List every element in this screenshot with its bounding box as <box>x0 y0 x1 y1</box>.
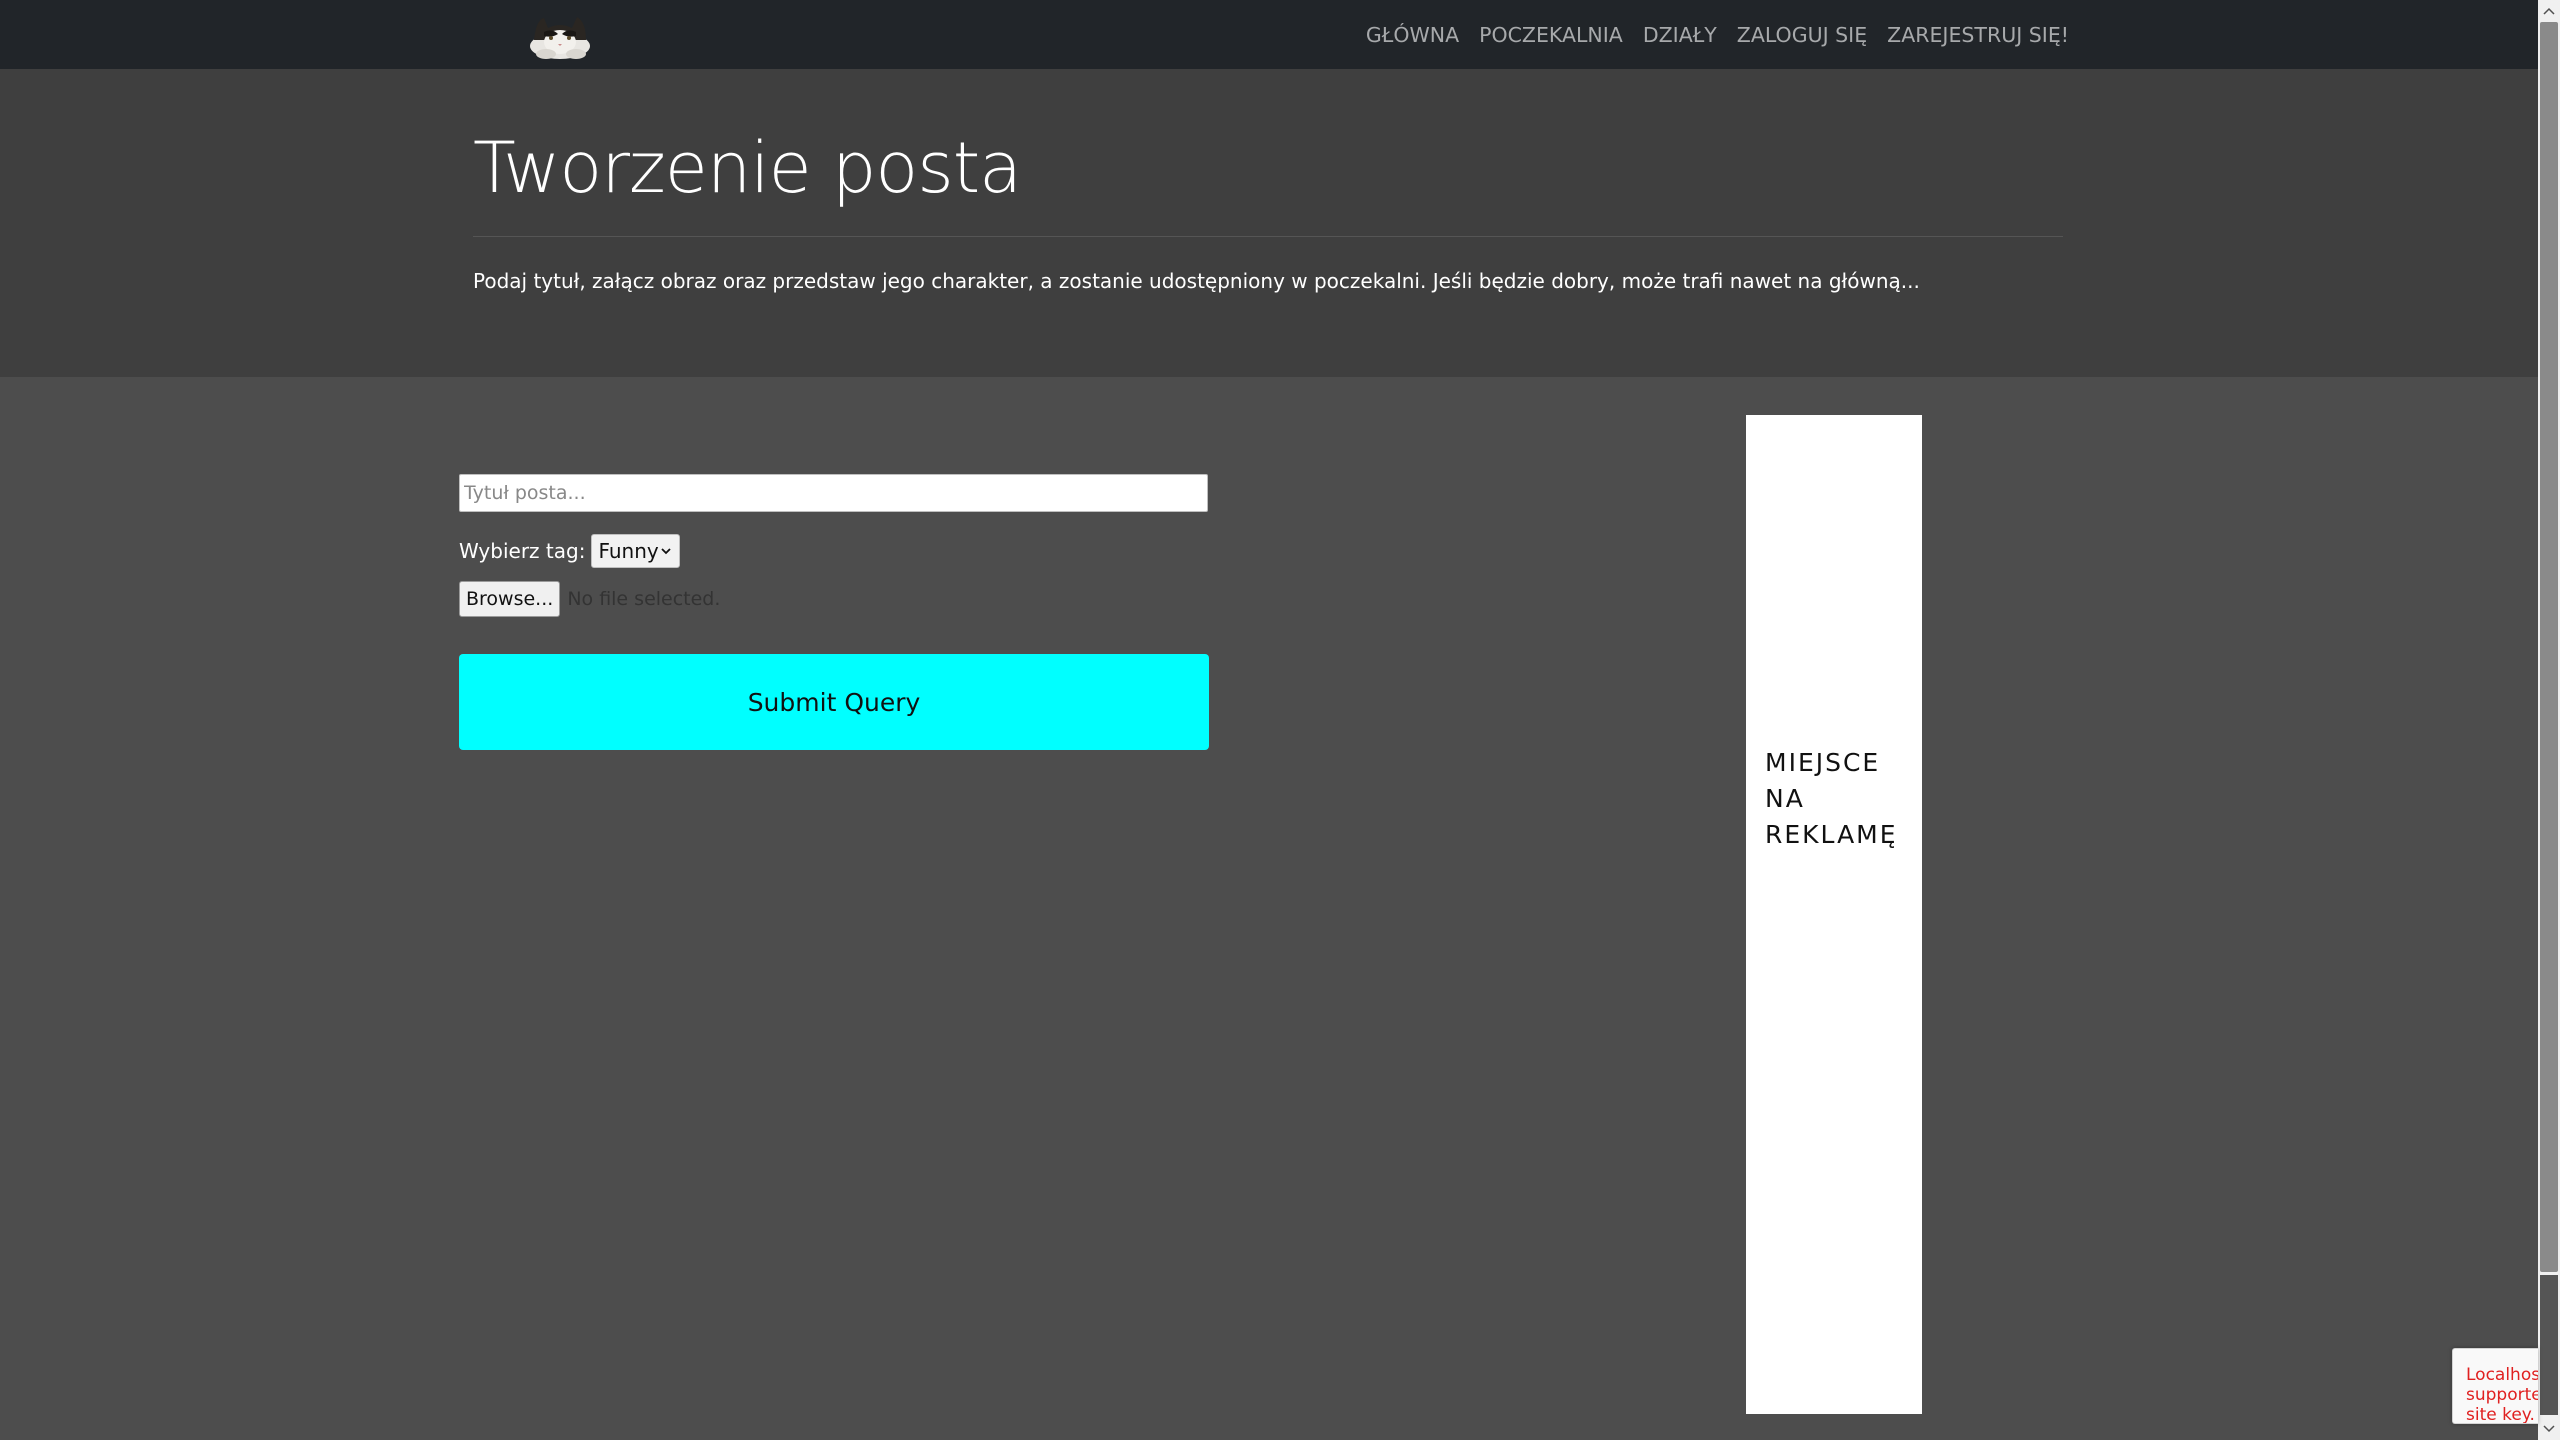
post-title-input[interactable] <box>459 474 1208 512</box>
tag-select[interactable]: Funny <box>591 534 681 568</box>
ad-text: MIEJSCE NA REKLAMĘ <box>1765 745 1915 853</box>
cat-logo-icon[interactable] <box>522 10 598 60</box>
triangle-down-icon[interactable] <box>2538 1418 2560 1440</box>
submit-button[interactable]: Submit Query <box>459 654 1209 750</box>
recaptcha-badge[interactable]: Localhost supported site key. <box>2452 1348 2538 1424</box>
header-divider <box>473 236 2063 237</box>
recaptcha-error-text: Localhost supported site key. <box>2466 1365 2538 1424</box>
tag-row: Wybierz tag: Funny <box>459 534 681 568</box>
ad-line: MIEJSCE <box>1765 748 1881 777</box>
nav-item-register[interactable]: ZAREJESTRUJ SIĘ! <box>1887 23 2069 47</box>
page-description: Podaj tytuł, załącz obraz oraz przedstaw… <box>473 269 1920 293</box>
file-status: No file selected. <box>567 588 721 610</box>
page-scrollbar[interactable] <box>2538 0 2560 1440</box>
nav-menu: GŁÓWNA POCZEKALNIA DZIAŁY ZALOGUJ SIĘ ZA… <box>1346 0 2069 69</box>
page-header: Tworzenie posta Podaj tytuł, załącz obra… <box>0 69 2538 377</box>
recaptcha-line: Localhost <box>2466 1365 2538 1385</box>
scroll-track[interactable] <box>2540 1275 2558 1415</box>
tag-label: Wybierz tag: <box>459 539 586 563</box>
recaptcha-line: site key. <box>2466 1405 2535 1424</box>
recaptcha-line: supported <box>2466 1385 2538 1405</box>
browse-button[interactable]: Browse... <box>459 581 561 617</box>
tag-selected-value: Funny <box>598 539 659 563</box>
chevron-down-icon <box>659 539 673 563</box>
ad-line: NA <box>1765 784 1805 813</box>
triangle-up-icon[interactable] <box>2538 0 2560 22</box>
file-row: Browse... No file selected. <box>459 581 720 617</box>
ad-banner[interactable]: MIEJSCE NA REKLAMĘ <box>1746 415 1922 1414</box>
nav-item-dzialy[interactable]: DZIAŁY <box>1643 23 1717 47</box>
nav-item-glowna[interactable]: GŁÓWNA <box>1366 23 1459 47</box>
ad-line: REKLAMĘ <box>1765 820 1898 849</box>
nav-item-poczekalnia[interactable]: POCZEKALNIA <box>1479 23 1623 47</box>
nav-item-login[interactable]: ZALOGUJ SIĘ <box>1737 23 1867 47</box>
page-title: Tworzenie posta <box>473 127 1022 209</box>
scroll-thumb[interactable] <box>2540 22 2558 1272</box>
navbar: GŁÓWNA POCZEKALNIA DZIAŁY ZALOGUJ SIĘ ZA… <box>0 0 2538 69</box>
